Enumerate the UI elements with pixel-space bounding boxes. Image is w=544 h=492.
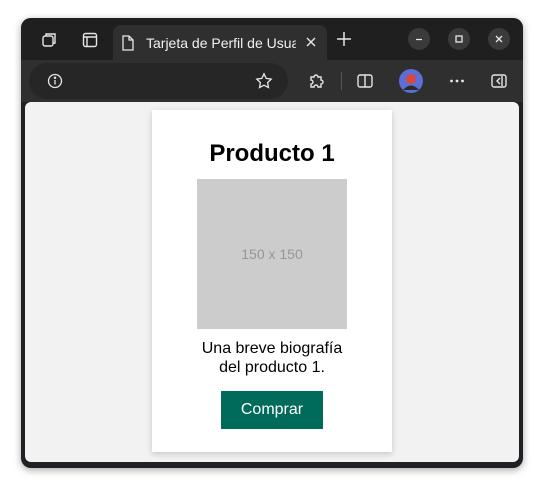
toolbar-divider xyxy=(341,72,342,90)
profile-avatar-icon[interactable] xyxy=(399,69,423,93)
sidebar-toggle-icon[interactable] xyxy=(489,71,509,91)
browser-window: Tarjeta de Perfil de Usuario xyxy=(21,18,523,468)
buy-button[interactable]: Comprar xyxy=(221,391,323,429)
site-info-icon[interactable] xyxy=(45,71,65,91)
split-screen-icon[interactable] xyxy=(355,71,375,91)
bio-line-2: del producto 1. xyxy=(219,359,325,376)
product-bio: Una breve biografía del producto 1. xyxy=(182,339,362,377)
minimize-icon[interactable] xyxy=(408,28,430,50)
extensions-icon[interactable] xyxy=(306,71,326,91)
browser-toolbar xyxy=(21,60,523,102)
favorite-star-icon[interactable] xyxy=(254,71,274,91)
image-placeholder-label: 150 x 150 xyxy=(241,246,303,262)
product-title: Producto 1 xyxy=(209,140,335,167)
tab-title: Tarjeta de Perfil de Usuario xyxy=(146,35,296,51)
close-tab-icon[interactable] xyxy=(304,35,318,49)
product-image-placeholder: 150 x 150 xyxy=(197,179,347,329)
close-window-icon[interactable] xyxy=(488,28,510,50)
address-bar[interactable] xyxy=(29,63,288,99)
active-tab[interactable]: Tarjeta de Perfil de Usuario xyxy=(113,25,327,60)
more-options-icon[interactable] xyxy=(447,71,467,91)
new-tab-icon[interactable] xyxy=(335,30,353,48)
page-viewport: Producto 1 150 x 150 Una breve biografía… xyxy=(25,102,519,462)
bio-line-1: Una breve biografía xyxy=(201,340,343,357)
tab-strip: Tarjeta de Perfil de Usuario xyxy=(21,18,523,60)
page-icon xyxy=(121,35,135,56)
product-card: Producto 1 150 x 150 Una breve biografía… xyxy=(152,110,392,452)
tab-actions-icon[interactable] xyxy=(78,28,102,52)
workspaces-icon[interactable] xyxy=(37,28,61,52)
maximize-icon[interactable] xyxy=(448,28,470,50)
